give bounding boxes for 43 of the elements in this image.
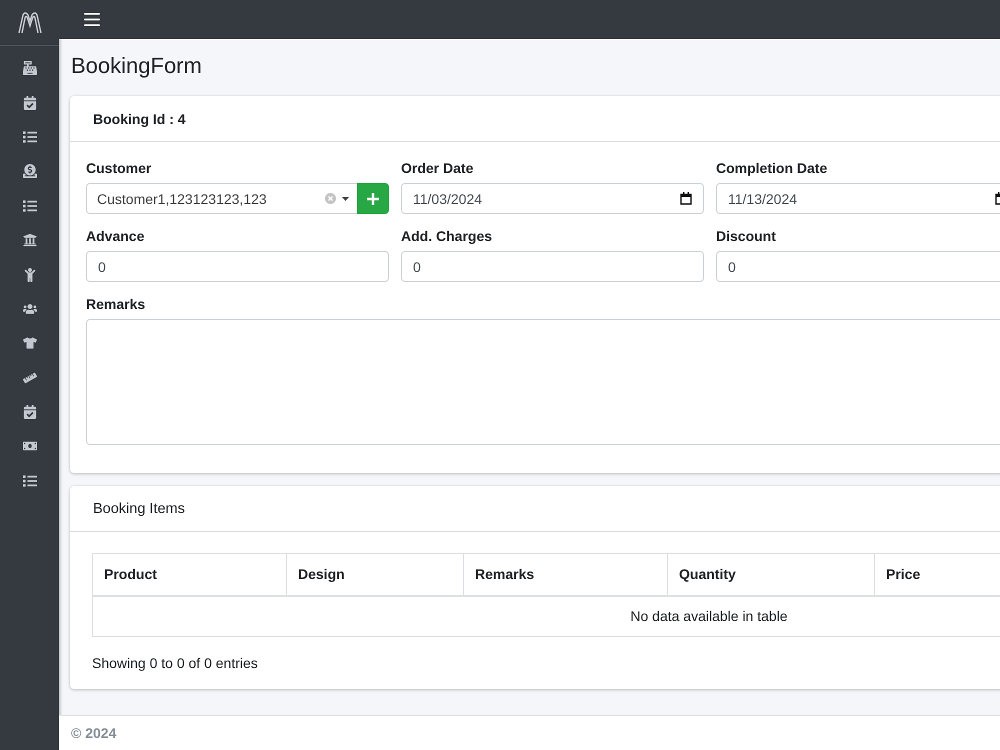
textarea-field[interactable] — [86, 319, 1000, 446]
table-info: Showing 0 to 0 of 0 entries — [92, 654, 259, 674]
coin-icon — [22, 164, 36, 178]
menu-icon — [84, 13, 100, 26]
people-icon — [22, 302, 36, 316]
add-button[interactable] — [357, 183, 389, 214]
column-header[interactable]: Product — [92, 554, 286, 596]
person-icon — [22, 268, 36, 282]
list-icon — [22, 130, 36, 144]
field-label: Add. Charges — [401, 227, 494, 246]
field-label: Order Date — [401, 159, 474, 178]
empty-table-message: No data available in table — [92, 596, 1000, 637]
column-header[interactable]: Design — [286, 554, 464, 596]
input-field[interactable]: 0 — [401, 251, 704, 282]
column-header[interactable]: Remarks — [464, 554, 668, 596]
plus-icon — [367, 192, 379, 205]
field-label: Remarks — [86, 295, 146, 314]
ruler-icon — [22, 370, 36, 385]
column-header[interactable]: Price — [874, 554, 1000, 596]
date-field[interactable]: 11/03/2024 — [401, 183, 704, 214]
page-title: BookingForm — [71, 53, 203, 80]
list-icon — [22, 474, 36, 488]
field-label: Advance — [86, 227, 146, 246]
shirt-icon — [22, 336, 36, 350]
cash-register-icon — [22, 61, 36, 76]
caret-icon — [342, 196, 349, 201]
calendar-icon — [680, 192, 692, 206]
copyright-text: © 2024 — [71, 725, 116, 742]
landmark-icon — [22, 233, 36, 248]
calendar-check-icon — [22, 96, 36, 110]
field-label: Customer — [86, 159, 152, 178]
input-field[interactable]: 0 — [716, 251, 1000, 282]
column-header[interactable]: Quantity — [668, 554, 874, 596]
field-label: Discount — [716, 227, 777, 246]
field-label: Completion Date — [716, 159, 828, 178]
input-field[interactable]: 0 — [86, 251, 389, 282]
card-title: Booking Id : 4 — [93, 110, 186, 127]
date-field[interactable]: 11/13/2024 — [716, 183, 1000, 214]
logo-icon — [16, 12, 42, 34]
calendar-check-icon — [22, 405, 36, 420]
list-icon — [22, 198, 36, 213]
card-title: Booking Items — [93, 500, 185, 517]
customer-select[interactable]: Customer1,123123123,123 — [86, 183, 357, 214]
